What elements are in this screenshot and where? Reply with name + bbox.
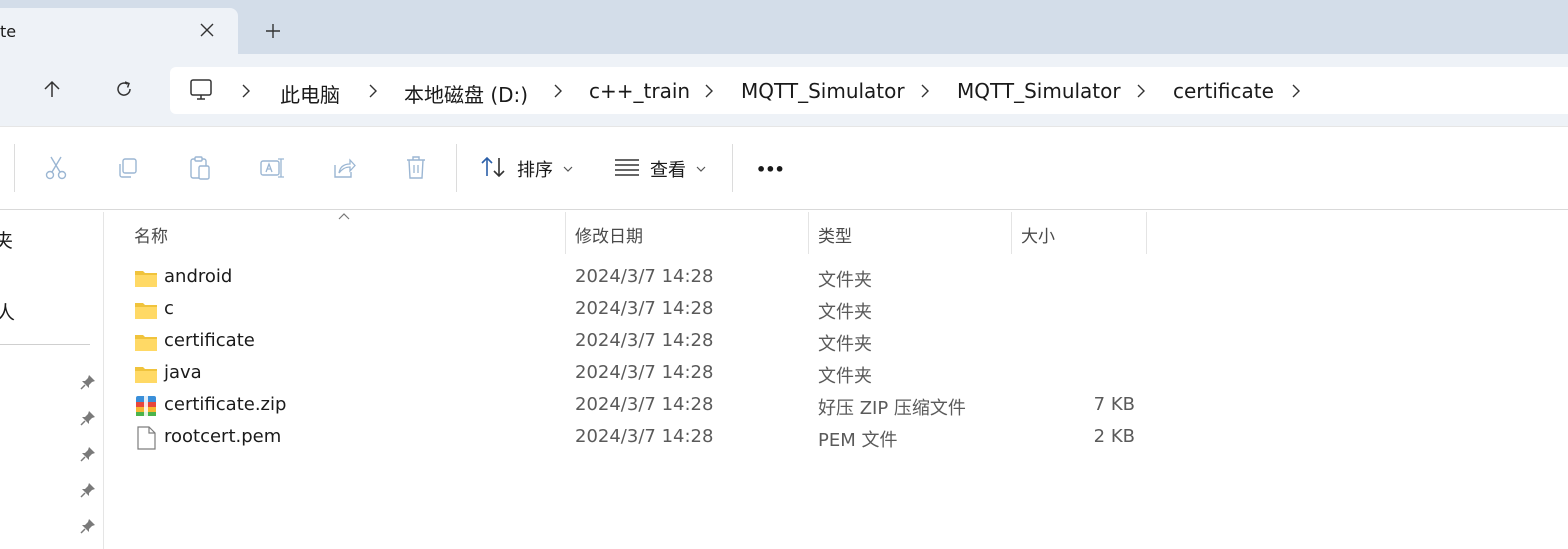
paste-icon[interactable]	[187, 155, 213, 181]
file-row[interactable]: rootcert.pem 2024/3/7 14:28 PEM 文件 2 KB	[104, 422, 1204, 454]
breadcrumb-item[interactable]: c++_train	[589, 79, 690, 103]
file-type: 文件夹	[818, 302, 872, 323]
file-date: 2024/3/7 14:28	[575, 330, 714, 351]
file-type: 好压 ZIP 压缩文件	[818, 398, 966, 419]
pin-icon[interactable]	[80, 374, 96, 390]
breadcrumb-item[interactable]: MQTT_Simulator	[741, 79, 905, 103]
file-date: 2024/3/7 14:28	[575, 298, 714, 319]
toolbar-divider	[14, 144, 15, 192]
navigation-pane: 夹 人	[0, 212, 104, 549]
sort-label: 排序	[517, 160, 553, 181]
file-icon	[137, 426, 156, 450]
sidebar-item-label[interactable]: 夹	[0, 226, 13, 253]
file-name: c	[164, 298, 174, 319]
file-size: 2 KB	[1093, 426, 1135, 447]
breadcrumb-item[interactable]: MQTT_Simulator	[957, 79, 1121, 103]
folder-icon	[135, 335, 157, 351]
chevron-right-icon[interactable]	[1133, 81, 1149, 101]
column-divider[interactable]	[1146, 212, 1147, 254]
column-header-type[interactable]: 类型	[818, 212, 852, 254]
file-name: android	[164, 266, 233, 287]
view-label: 查看	[650, 160, 686, 181]
plus-icon[interactable]	[262, 20, 284, 42]
tab-strip: te	[0, 0, 1568, 54]
column-header-date[interactable]: 修改日期	[575, 212, 643, 254]
address-row: 此电脑 本地磁盘 (D:) c++_train MQTT_Simulator M…	[0, 54, 1568, 126]
chevron-down-icon	[563, 166, 573, 172]
chevron-right-icon[interactable]	[238, 81, 254, 101]
file-name: java	[164, 362, 202, 383]
file-row[interactable]: java 2024/3/7 14:28 文件夹	[104, 358, 1204, 390]
chevron-right-icon[interactable]	[365, 81, 381, 101]
file-date: 2024/3/7 14:28	[575, 362, 714, 383]
delete-icon[interactable]	[403, 155, 429, 181]
chevron-down-icon	[696, 166, 706, 172]
toolbar-divider	[456, 144, 457, 192]
share-icon[interactable]	[331, 155, 357, 181]
file-name: rootcert.pem	[164, 426, 282, 447]
pin-icon[interactable]	[80, 446, 96, 462]
breadcrumb-item[interactable]: 此电脑	[280, 79, 340, 108]
chevron-right-icon[interactable]	[1288, 81, 1304, 101]
sort-button[interactable]: 排序	[481, 155, 573, 183]
folder-icon	[135, 271, 157, 287]
file-row[interactable]: certificate.zip 2024/3/7 14:28 好压 ZIP 压缩…	[104, 390, 1204, 422]
file-row[interactable]: android 2024/3/7 14:28 文件夹	[104, 262, 1204, 294]
column-divider[interactable]	[1011, 212, 1012, 254]
chevron-right-icon[interactable]	[917, 81, 933, 101]
file-date: 2024/3/7 14:28	[575, 426, 714, 447]
file-date: 2024/3/7 14:28	[575, 394, 714, 415]
pin-icon[interactable]	[80, 518, 96, 534]
computer-icon[interactable]	[188, 78, 214, 102]
column-divider[interactable]	[808, 212, 809, 254]
chevron-right-icon[interactable]	[550, 81, 566, 101]
column-divider[interactable]	[565, 212, 566, 254]
copy-icon[interactable]	[115, 155, 141, 181]
close-icon[interactable]	[196, 19, 218, 41]
tab-current[interactable]: te	[0, 8, 238, 54]
file-row[interactable]: certificate 2024/3/7 14:28 文件夹	[104, 326, 1204, 358]
rename-icon[interactable]	[259, 155, 285, 181]
file-type: PEM 文件	[818, 430, 898, 451]
folder-icon	[135, 303, 157, 319]
tab-title: te	[0, 22, 17, 41]
view-icon	[614, 157, 640, 182]
pin-icon[interactable]	[80, 410, 96, 426]
file-type: 文件夹	[818, 270, 872, 291]
file-type: 文件夹	[818, 366, 872, 387]
arrow-up-icon[interactable]	[40, 77, 64, 101]
file-name: certificate	[164, 330, 255, 351]
command-bar: 排序 查看 •••	[0, 126, 1568, 210]
file-row[interactable]: c 2024/3/7 14:28 文件夹	[104, 294, 1204, 326]
view-button[interactable]: 查看	[614, 155, 706, 183]
file-name: certificate.zip	[164, 394, 287, 415]
chevron-right-icon[interactable]	[701, 81, 717, 101]
zip-archive-icon	[136, 396, 156, 416]
column-header-name[interactable]: 名称	[134, 212, 168, 254]
column-header-size[interactable]: 大小	[1021, 212, 1055, 254]
address-bar[interactable]: 此电脑 本地磁盘 (D:) c++_train MQTT_Simulator M…	[170, 67, 1568, 114]
sort-ascending-icon	[338, 213, 350, 220]
breadcrumb-item[interactable]: 本地磁盘 (D:)	[404, 79, 528, 108]
sidebar-divider	[0, 344, 90, 345]
sidebar-item-label[interactable]: 人	[0, 298, 15, 325]
file-date: 2024/3/7 14:28	[575, 266, 714, 287]
file-size: 7 KB	[1093, 394, 1135, 415]
folder-icon	[135, 367, 157, 383]
cut-icon[interactable]	[43, 155, 69, 181]
more-options-button[interactable]: •••	[756, 155, 785, 183]
toolbar-divider	[732, 144, 733, 192]
refresh-icon[interactable]	[112, 77, 136, 101]
breadcrumb-item[interactable]: certificate	[1173, 79, 1274, 103]
pin-icon[interactable]	[80, 482, 96, 498]
sort-icon	[481, 155, 507, 184]
file-list: 名称 修改日期 类型 大小 android 2024/3/7 14:28 文件夹…	[104, 212, 1568, 549]
file-type: 文件夹	[818, 334, 872, 355]
